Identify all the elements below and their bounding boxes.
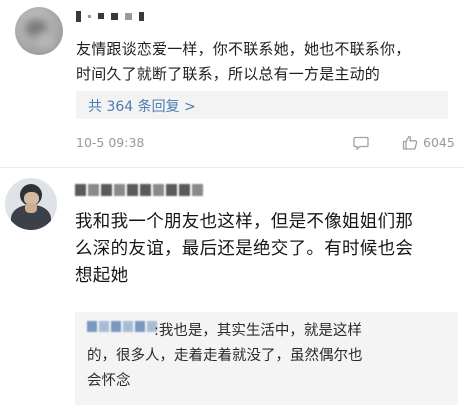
redaction-block — [75, 184, 86, 196]
comment-text-line: 时间久了就断了联系，所以总有一方是主动的 — [76, 65, 381, 83]
comment-divider — [0, 167, 465, 168]
commenter-avatar[interactable] — [5, 178, 57, 230]
redaction-block — [140, 184, 151, 196]
redaction-block — [139, 11, 144, 21]
avatar-blur-shape — [37, 33, 55, 49]
redaction-block — [125, 12, 132, 20]
redaction-block — [179, 184, 190, 196]
redaction-block — [114, 184, 125, 196]
redaction-block — [166, 184, 177, 196]
comment-text-line: 友情跟谈恋爱一样，你不联系她，她也不联系你， — [76, 40, 411, 58]
redaction-block — [192, 184, 203, 196]
redaction-block — [111, 12, 118, 20]
redaction-block — [76, 10, 81, 22]
comment-text-line: 想起她 — [75, 266, 129, 286]
reply-icon[interactable] — [353, 136, 369, 150]
redaction-block — [88, 184, 99, 196]
comment-text-line: 我和我一个朋友也这样，但是不像姐姐们那 — [75, 212, 414, 232]
redaction-block — [153, 184, 164, 196]
redaction-block — [101, 184, 112, 196]
sub-reply-box[interactable]: :我也是，其实生活中，就是这样 的，很多人，走着走着就没了，虽然偶尔也 会怀念 — [75, 312, 458, 405]
redaction-block — [88, 14, 91, 18]
sub-reply-text: :我也是，其实生活中，就是这样 的，很多人，走着走着就没了，虽然偶尔也 会怀念 — [87, 319, 447, 394]
commenter-avatar[interactable] — [15, 7, 63, 55]
commenter-name-redacted[interactable] — [75, 182, 203, 198]
replies-box[interactable]: 共 364 条回复 > — [76, 91, 448, 119]
like-icon[interactable] — [402, 135, 418, 150]
commenter-name-redacted[interactable] — [76, 8, 144, 24]
comment-text: 友情跟谈恋爱一样，你不联系她，她也不联系你， 时间久了就断了联系，所以总有一方是… — [76, 37, 451, 87]
view-replies-link[interactable]: 共 364 条回复 > — [88, 96, 196, 116]
sub-reply-line: :我也是，其实生活中，就是这样 — [154, 323, 362, 339]
comment-text: 我和我一个朋友也这样，但是不像姐姐们那 么深的友谊，最后还是绝交了。有时候也会 … — [75, 209, 460, 290]
sub-reply-line: 会怀念 — [87, 373, 131, 389]
comment-meta: 10-5 09:38 6045 — [76, 135, 455, 153]
comment-text-line: 么深的友谊，最后还是绝交了。有时候也会 — [75, 239, 414, 259]
comment-timestamp: 10-5 09:38 — [76, 135, 145, 150]
sub-reply-line: 的，很多人，走着走着就没了，虽然偶尔也 — [87, 348, 363, 364]
redaction-block — [98, 13, 104, 19]
redaction-block — [127, 184, 138, 196]
avatar-figure — [25, 203, 37, 213]
comment-feed: 友情跟谈恋爱一样，你不联系她，她也不联系你， 时间久了就断了联系，所以总有一方是… — [0, 0, 465, 405]
like-count: 6045 — [423, 135, 455, 150]
